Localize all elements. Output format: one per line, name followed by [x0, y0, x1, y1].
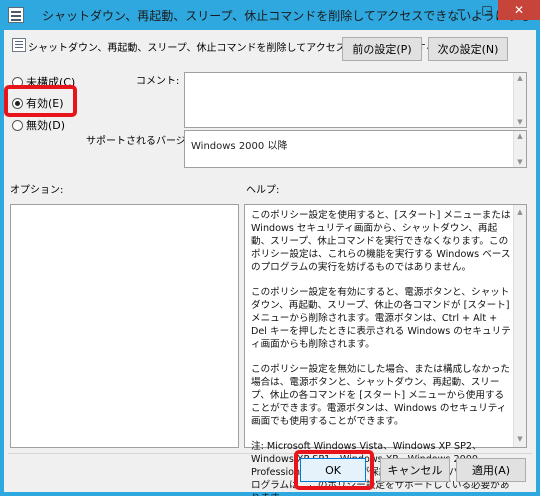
- help-scrollbar[interactable]: ▲ ▼: [513, 205, 526, 447]
- scroll-up-icon[interactable]: ▲: [514, 206, 526, 219]
- previous-setting-button[interactable]: 前の設定(P): [342, 37, 422, 61]
- scroll-up-icon[interactable]: ▲: [514, 74, 526, 82]
- close-button[interactable]: ✕: [498, 0, 540, 20]
- apply-button[interactable]: 適用(A): [456, 458, 526, 482]
- cancel-button[interactable]: キャンセル: [380, 458, 450, 482]
- comment-scrollbar[interactable]: ▲ ▼: [513, 73, 526, 127]
- help-panel: このポリシー設定を使用すると、[スタート] メニューまたは Windows セキ…: [244, 204, 527, 496]
- scroll-down-icon[interactable]: ▼: [514, 118, 526, 126]
- help-label: ヘルプ:: [246, 185, 280, 196]
- radio-circle-icon[interactable]: [12, 119, 23, 131]
- maximize-button[interactable]: □: [474, 0, 500, 20]
- scroll-up-icon[interactable]: ▲: [514, 132, 526, 140]
- footer-divider: [8, 453, 532, 454]
- scroll-down-icon[interactable]: ▼: [514, 433, 526, 446]
- supported-on-value: Windows 2000 以降: [191, 141, 288, 152]
- options-panel: [10, 204, 239, 448]
- next-setting-button[interactable]: 次の設定(N): [428, 37, 508, 61]
- highlight-marker-ok: [294, 450, 374, 490]
- supported-scrollbar[interactable]: ▲ ▼: [513, 131, 526, 167]
- help-paragraph: このポリシー設定を無効にした場合、または構成しなかった場合は、電源ボタンと、シャ…: [251, 364, 511, 427]
- radio-disabled-label: 無効(D): [26, 119, 66, 132]
- comment-label: コメント:: [136, 76, 180, 87]
- policy-window-icon: [8, 7, 24, 23]
- minimize-button[interactable]: ─: [448, 0, 474, 20]
- comment-textarea[interactable]: ▲ ▼: [184, 72, 527, 128]
- help-paragraph: このポリシー設定を有効にすると、電源ボタンと、シャットダウン、再起動、スリープ、…: [251, 287, 511, 350]
- scroll-down-icon[interactable]: ▼: [514, 158, 526, 166]
- dialog-client-area: シャットダウン、再起動、スリープ、休止コマンドを削除してアクセスできないようにす…: [4, 30, 536, 496]
- radio-disabled[interactable]: 無効(D): [12, 117, 65, 133]
- supported-on-field: Windows 2000 以降 ▲ ▼: [184, 130, 527, 168]
- title-bar: シャットダウン、再起動、スリープ、休止コマンドを削除してアクセスできないようにす…: [0, 0, 540, 30]
- options-label: オプション:: [10, 185, 64, 196]
- policy-setting-icon: [12, 38, 26, 52]
- help-paragraph: このポリシー設定を使用すると、[スタート] メニューまたは Windows セキ…: [251, 210, 511, 273]
- highlight-marker-enabled: [4, 85, 77, 117]
